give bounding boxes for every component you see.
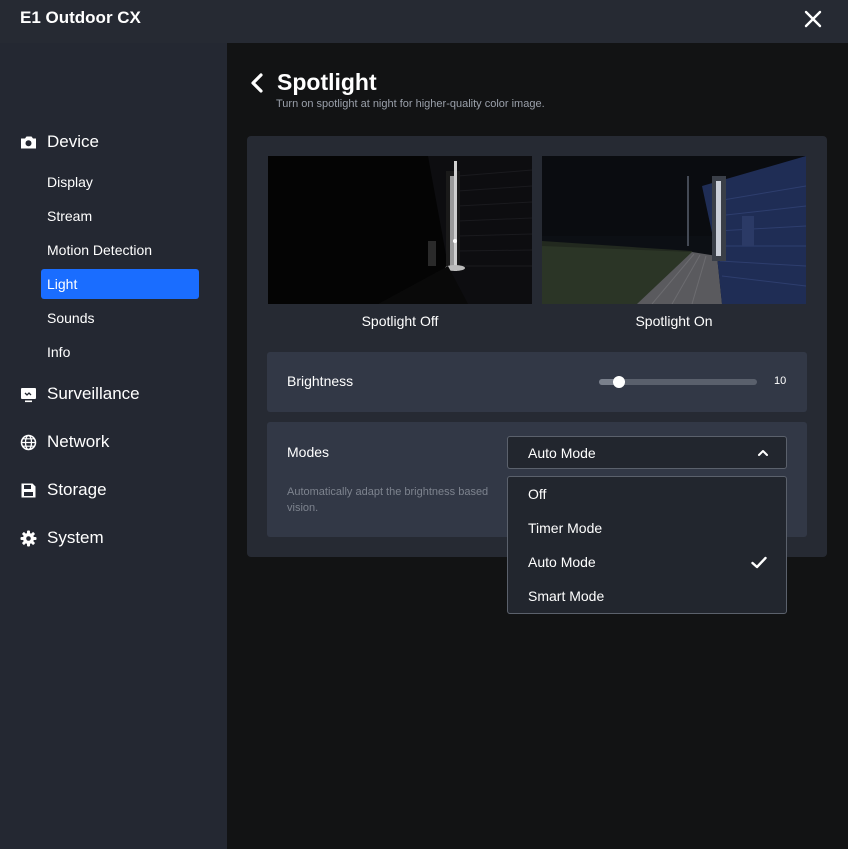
- mode-option-auto[interactable]: Auto Mode: [508, 545, 786, 579]
- checkmark-icon: [751, 556, 767, 569]
- modes-description: Automatically adapt the brightness based…: [287, 484, 509, 516]
- gear-icon: [20, 530, 37, 546]
- modes-dropdown-menu: Off Timer Mode Auto Mode Smart Mode: [507, 476, 787, 614]
- preview-spotlight-on: [542, 156, 806, 304]
- brightness-slider-thumb[interactable]: [613, 376, 625, 388]
- mode-option-timer[interactable]: Timer Mode: [508, 511, 786, 545]
- brightness-value: 10: [774, 375, 787, 387]
- brightness-label: Brightness: [287, 373, 354, 389]
- page-subtitle: Turn on spotlight at night for higher-qu…: [276, 98, 545, 110]
- mode-option-smart[interactable]: Smart Mode: [508, 579, 786, 613]
- sidebar-item-label: Stream: [47, 208, 93, 224]
- sidebar-item-display[interactable]: Display: [41, 167, 199, 197]
- preview-spotlight-off: [268, 156, 532, 304]
- preview-image-off: [268, 156, 532, 304]
- window-title: E1 Outdoor CX: [20, 8, 141, 27]
- modes-description-line: vision.: [287, 502, 319, 514]
- brightness-slider[interactable]: [599, 376, 757, 388]
- back-button[interactable]: [249, 73, 265, 93]
- mode-option-label: Smart Mode: [528, 588, 605, 604]
- sidebar-item-label: Display: [47, 174, 93, 190]
- monitor-icon: [21, 387, 36, 402]
- modes-select-value: Auto Mode: [528, 445, 596, 461]
- sidebar-section-label: Surveillance: [47, 384, 140, 403]
- sidebar-section-label: Storage: [47, 480, 107, 499]
- brightness-panel: Brightness 10: [267, 352, 807, 412]
- sidebar-section-network[interactable]: Network: [20, 430, 109, 454]
- sidebar-section-label: Network: [47, 432, 110, 451]
- sidebar-item-label: Info: [47, 344, 71, 360]
- sidebar-item-info[interactable]: Info: [41, 337, 199, 367]
- mode-option-off[interactable]: Off: [508, 477, 786, 511]
- storage-icon: [21, 483, 36, 497]
- sidebar-item-stream[interactable]: Stream: [41, 201, 199, 231]
- sidebar-section-label: System: [47, 528, 104, 547]
- modes-description-line: Automatically adapt the brightness based: [287, 486, 489, 498]
- camera-icon: [21, 136, 36, 148]
- modes-select[interactable]: Auto Mode: [507, 436, 787, 469]
- sidebar-section-storage[interactable]: Storage: [20, 478, 107, 502]
- title-bar: E1 Outdoor CX: [0, 0, 848, 43]
- preview-caption-on: Spotlight On: [635, 313, 713, 329]
- preview-image-on: [542, 156, 806, 304]
- sidebar-section-system[interactable]: System: [20, 526, 104, 550]
- modes-label: Modes: [287, 444, 330, 460]
- globe-icon: [20, 434, 37, 450]
- sidebar-item-label: Sounds: [47, 310, 95, 326]
- sidebar-item-label: Motion Detection: [47, 242, 153, 258]
- chevron-left-icon: [251, 73, 263, 93]
- sidebar-item-motion-detection[interactable]: Motion Detection: [41, 235, 199, 265]
- sidebar-item-label: Light: [47, 276, 78, 292]
- page-title: Spotlight: [277, 69, 377, 95]
- preview-caption-off: Spotlight Off: [361, 313, 439, 329]
- sidebar-item-sounds[interactable]: Sounds: [41, 303, 199, 333]
- mode-option-label: Auto Mode: [528, 554, 596, 570]
- sidebar-item-light[interactable]: Light: [41, 269, 199, 299]
- sidebar-section-label: Device: [47, 132, 99, 151]
- sidebar-section-device[interactable]: Device: [20, 130, 99, 154]
- close-icon: [804, 10, 822, 28]
- mode-option-label: Off: [528, 486, 547, 502]
- chevron-up-icon: [758, 450, 768, 456]
- close-button[interactable]: [800, 6, 826, 32]
- sidebar-section-surveillance[interactable]: Surveillance: [20, 382, 140, 406]
- mode-option-label: Timer Mode: [528, 520, 603, 536]
